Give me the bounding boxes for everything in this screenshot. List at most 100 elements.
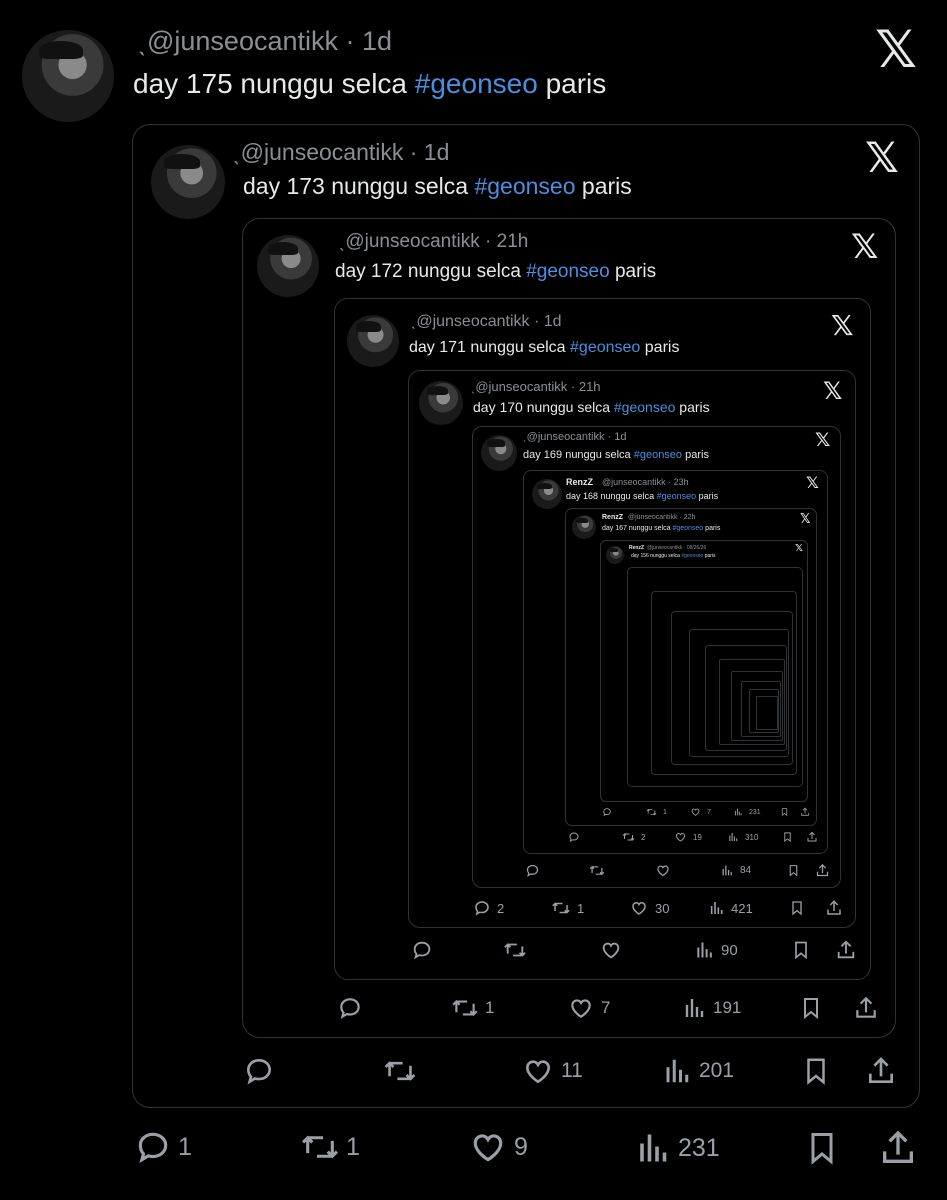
retweet-icon	[301, 1135, 339, 1159]
bookmark-button[interactable]	[791, 939, 811, 961]
hashtag-link[interactable]: #geonseo	[474, 173, 575, 199]
reply-icon	[246, 1058, 272, 1085]
hashtag-link[interactable]: #geonseo	[672, 525, 703, 532]
reply-button[interactable]	[602, 807, 612, 817]
views-button[interactable]: 84	[721, 863, 751, 878]
views-button[interactable]: 201	[663, 1055, 734, 1087]
share-button[interactable]	[806, 831, 818, 843]
avatar[interactable]	[22, 30, 114, 122]
hashtag-link[interactable]: #geonseo	[570, 339, 640, 356]
share-icon	[816, 863, 829, 877]
x-logo-icon: 𝕏	[823, 378, 843, 405]
share-button[interactable]	[815, 863, 830, 878]
retweet-button[interactable]	[589, 863, 605, 878]
share-button[interactable]	[865, 1055, 897, 1087]
reply-icon	[138, 1132, 168, 1164]
reply-button[interactable]	[568, 831, 580, 843]
retweet-button[interactable]: 1	[646, 807, 667, 817]
views-icon	[735, 808, 742, 816]
views-count: 310	[745, 832, 759, 842]
tweet-handle: ˎ@junseocantikk · 21h	[471, 379, 601, 394]
views-button[interactable]: 310	[728, 831, 758, 843]
reply-icon	[603, 808, 611, 817]
retweet-count: 1	[577, 900, 585, 916]
hashtag-link[interactable]: #geonseo	[681, 553, 703, 559]
retweet-button[interactable]: 1	[451, 995, 494, 1021]
views-count: 201	[699, 1059, 735, 1082]
like-button[interactable]: 9	[468, 1128, 528, 1166]
reply-button[interactable]	[243, 1055, 275, 1087]
avatar	[151, 145, 225, 219]
like-button[interactable]: 11	[521, 1055, 583, 1087]
share-button[interactable]	[800, 807, 810, 817]
views-button[interactable]: 231	[734, 807, 761, 817]
bookmark-button[interactable]	[804, 1128, 840, 1168]
like-button[interactable]: 7	[567, 995, 610, 1021]
tweet-name: RenzZ	[629, 545, 644, 551]
like-button[interactable]: 19	[674, 831, 702, 843]
reply-icon	[569, 832, 579, 843]
bookmark-button[interactable]	[782, 831, 793, 843]
avatar	[419, 381, 463, 425]
like-button[interactable]: 30	[629, 899, 669, 917]
hashtag-link[interactable]: #geonseo	[657, 491, 697, 501]
views-button[interactable]: 231	[636, 1128, 720, 1168]
x-logo-icon: 𝕏	[851, 228, 879, 266]
x-logo-icon: 𝕏	[875, 21, 917, 79]
views-icon	[685, 999, 704, 1017]
views-button[interactable]: 191	[683, 995, 741, 1021]
tweet-text: day 175 nunggu selca #geonseo paris	[133, 68, 607, 99]
retweet-icon	[646, 808, 657, 816]
share-button[interactable]	[878, 1128, 918, 1168]
hashtag-link[interactable]: #geonseo	[415, 68, 538, 99]
like-count: 7	[601, 998, 611, 1017]
hashtag-link[interactable]: #geonseo	[614, 399, 676, 415]
share-icon	[801, 807, 809, 816]
share-button[interactable]	[853, 995, 879, 1021]
reply-button[interactable]: 2	[473, 899, 504, 917]
views-button[interactable]: 421	[709, 899, 753, 917]
bookmark-button[interactable]	[789, 899, 805, 917]
retweet-button[interactable]	[383, 1055, 417, 1087]
share-button[interactable]	[835, 939, 857, 961]
retweet-button[interactable]: 1	[551, 899, 584, 917]
bookmark-button[interactable]	[787, 863, 800, 878]
x-logo-icon: 𝕏	[815, 430, 831, 451]
retweet-button[interactable]	[503, 939, 527, 961]
share-button[interactable]	[825, 899, 843, 917]
bookmark-button[interactable]	[801, 1055, 831, 1087]
retweet-button[interactable]: 1	[300, 1128, 360, 1166]
avatar	[532, 479, 562, 509]
views-count: 191	[713, 998, 742, 1017]
like-count: 30	[655, 900, 670, 916]
retweet-icon	[384, 1061, 416, 1081]
reply-button[interactable]	[411, 939, 433, 961]
bookmark-button[interactable]	[799, 995, 823, 1021]
bookmark-icon	[807, 1058, 825, 1085]
reply-icon	[475, 901, 489, 916]
tweet-text: day 171 nunggu selca #geonseo paris	[409, 339, 680, 356]
views-button[interactable]: 90	[695, 939, 738, 961]
like-button[interactable]	[655, 863, 671, 878]
like-count: 11	[561, 1059, 583, 1082]
share-icon	[869, 1057, 893, 1083]
share-icon	[807, 831, 817, 842]
bookmark-button[interactable]	[780, 807, 789, 817]
hashtag-link[interactable]: #geonseo	[634, 449, 682, 461]
retweet-button[interactable]: 2	[622, 831, 645, 843]
tweet-text: day 173 nunggu selca #geonseo paris	[243, 173, 632, 199]
like-button[interactable]: 7	[690, 807, 711, 817]
hashtag-link[interactable]: #geonseo	[526, 261, 609, 282]
avatar	[481, 435, 517, 471]
tweet-handle[interactable]: ˎ@junseocantikk · 1d	[138, 26, 392, 57]
quoted-tweet-8[interactable]: RenzZ @junseocantikk · 08/26/26 day 156 …	[600, 540, 808, 802]
reply-button[interactable]: 1	[134, 1128, 192, 1166]
reply-button[interactable]	[525, 863, 540, 878]
tweet-text: day 156 nunggu selca #geonseo paris	[631, 553, 716, 559]
retweet-icon	[622, 833, 635, 841]
tweet-text: day 172 nunggu selca #geonseo paris	[335, 261, 657, 282]
views-icon	[640, 1134, 667, 1162]
reply-icon	[413, 941, 431, 960]
reply-button[interactable]	[337, 995, 363, 1021]
like-button[interactable]	[599, 939, 623, 961]
